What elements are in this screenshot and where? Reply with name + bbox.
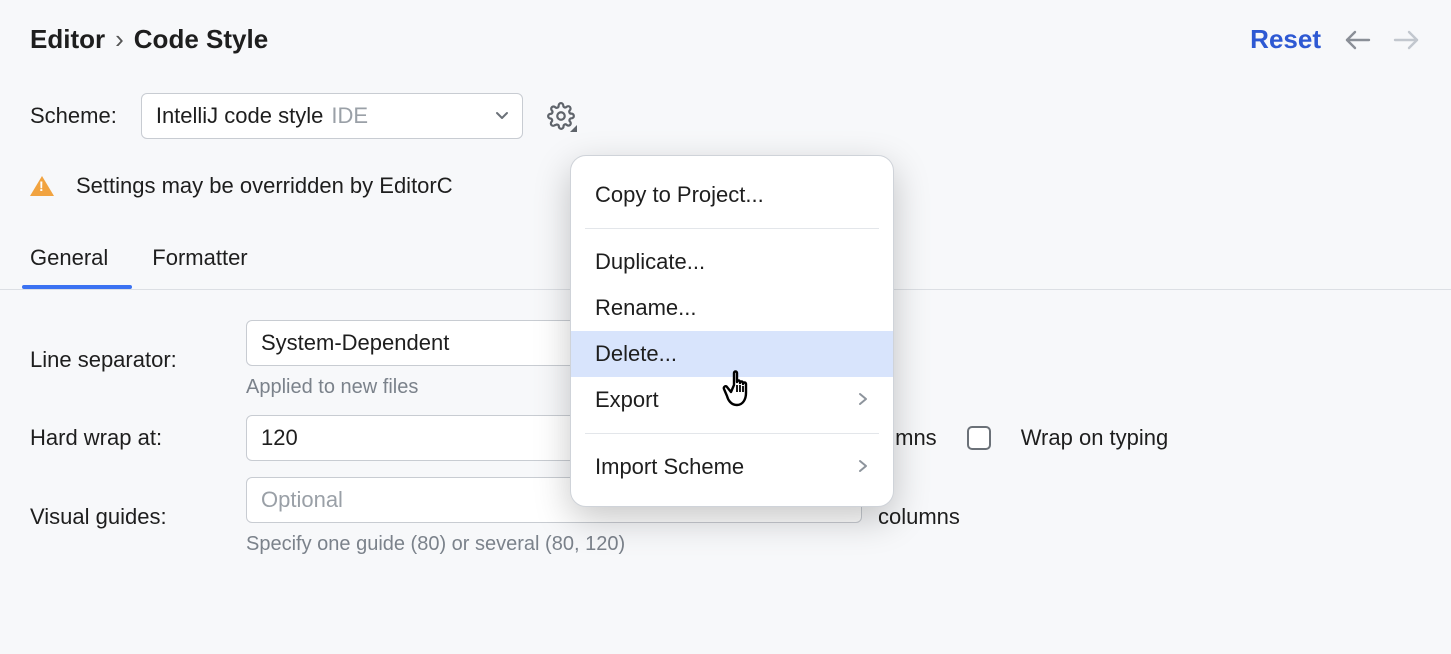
scheme-selected-value: IntelliJ code style bbox=[156, 103, 324, 129]
gear-icon[interactable] bbox=[547, 102, 575, 130]
columns-suffix: columns bbox=[878, 504, 960, 530]
visual-guides-help: Specify one guide (80) or several (80, 1… bbox=[246, 533, 862, 556]
reset-link[interactable]: Reset bbox=[1250, 24, 1321, 55]
chevron-down-icon bbox=[494, 103, 510, 129]
hand-cursor-icon bbox=[720, 365, 760, 415]
warning-icon bbox=[30, 176, 54, 196]
breadcrumb-parent[interactable]: Editor bbox=[30, 24, 105, 55]
back-arrow-icon[interactable] bbox=[1343, 29, 1371, 51]
hard-wrap-label: Hard wrap at: bbox=[30, 425, 230, 451]
scheme-select[interactable]: IntelliJ code style IDE bbox=[141, 93, 523, 139]
scheme-label: Scheme: bbox=[30, 103, 117, 129]
breadcrumb-separator: › bbox=[115, 24, 124, 55]
line-separator-value: System-Dependent bbox=[261, 330, 449, 356]
scheme-scope-badge: IDE bbox=[331, 103, 368, 129]
menu-import-scheme[interactable]: Import Scheme bbox=[571, 444, 893, 490]
menu-copy-to-project[interactable]: Copy to Project... bbox=[571, 172, 893, 218]
visual-guides-label: Visual guides: bbox=[30, 504, 230, 530]
chevron-right-icon bbox=[857, 387, 869, 413]
visual-guides-placeholder: Optional bbox=[261, 487, 343, 513]
breadcrumb-current: Code Style bbox=[134, 24, 268, 55]
menu-duplicate[interactable]: Duplicate... bbox=[571, 239, 893, 285]
menu-duplicate-label: Duplicate... bbox=[595, 249, 705, 275]
menu-rename-label: Rename... bbox=[595, 295, 697, 321]
line-separator-label: Line separator: bbox=[30, 347, 230, 373]
scheme-actions-popup: Copy to Project... Duplicate... Rename..… bbox=[570, 155, 894, 507]
breadcrumb: Editor › Code Style bbox=[30, 24, 268, 55]
menu-delete-label: Delete... bbox=[595, 341, 677, 367]
warning-text: Settings may be overridden by EditorC bbox=[76, 173, 453, 199]
menu-import-scheme-label: Import Scheme bbox=[595, 454, 744, 480]
chevron-right-icon bbox=[857, 454, 869, 480]
menu-rename[interactable]: Rename... bbox=[571, 285, 893, 331]
menu-copy-to-project-label: Copy to Project... bbox=[595, 182, 764, 208]
hard-wrap-value: 120 bbox=[261, 425, 298, 451]
wrap-on-typing-label: Wrap on typing bbox=[1021, 425, 1169, 451]
menu-export-label: Export bbox=[595, 387, 659, 413]
forward-arrow-icon bbox=[1393, 29, 1421, 51]
wrap-on-typing-checkbox[interactable] bbox=[967, 426, 991, 450]
tab-general[interactable]: General bbox=[30, 245, 108, 283]
tab-formatter[interactable]: Formatter bbox=[152, 245, 247, 283]
dropdown-corner-icon bbox=[570, 125, 577, 132]
